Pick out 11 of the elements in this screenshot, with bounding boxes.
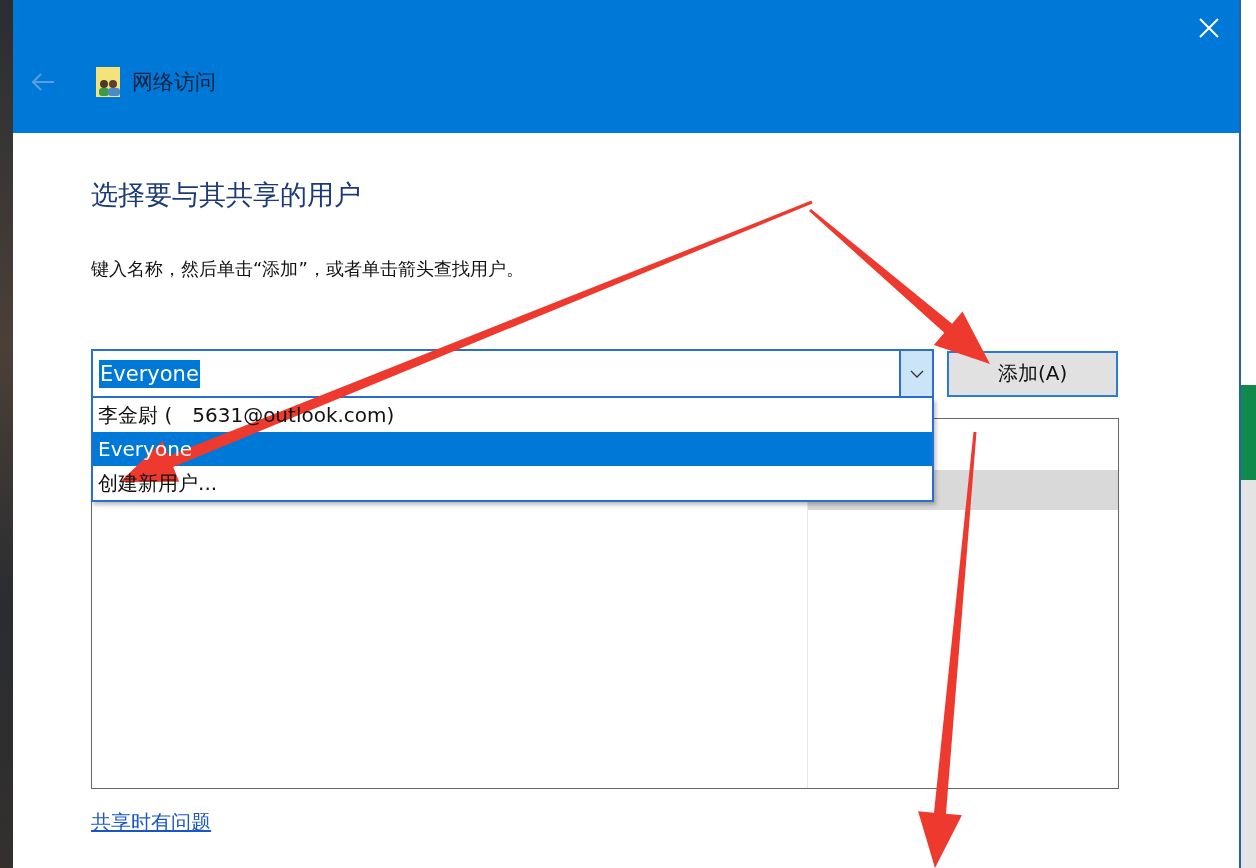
dropdown-button[interactable] — [899, 351, 933, 396]
combobox-value: Everyone — [99, 359, 200, 388]
chevron-down-icon — [909, 369, 924, 378]
user-name-combobox[interactable]: Everyone — [91, 349, 935, 398]
help-link[interactable]: 共享时有问题 — [91, 810, 212, 834]
close-icon[interactable] — [1199, 18, 1220, 38]
add-button[interactable]: 添加(A) — [947, 350, 1119, 397]
instruction-text: 键入名称，然后单击“添加”，或者单击箭头查找用户。 — [91, 257, 525, 281]
page-heading: 选择要与其共享的用户 — [91, 178, 363, 212]
window-title: 网络访问 — [132, 69, 217, 96]
users-icon — [96, 67, 123, 97]
